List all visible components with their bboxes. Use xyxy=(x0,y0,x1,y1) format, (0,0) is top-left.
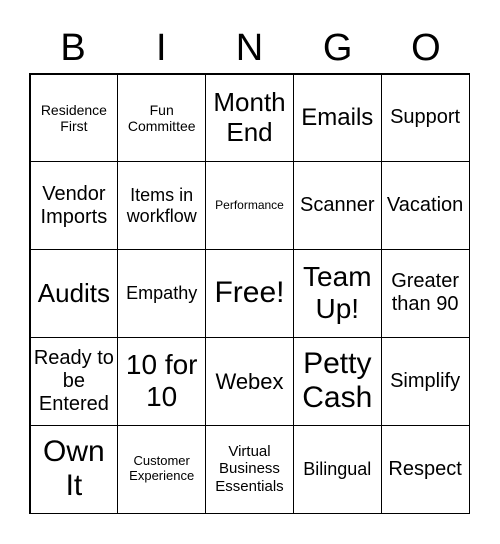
bingo-cell[interactable]: Webex xyxy=(205,336,294,426)
bingo-cell[interactable]: Items in workflow xyxy=(117,161,207,251)
bingo-cell[interactable]: Team Up! xyxy=(292,249,382,338)
bingo-cell[interactable]: Audits xyxy=(29,249,119,338)
bingo-cell[interactable]: Virtual Business Essentials xyxy=(205,424,294,514)
header-letter-o: O xyxy=(411,27,441,69)
bingo-header: B I N G O xyxy=(29,24,470,72)
bingo-cell[interactable]: Support xyxy=(380,73,470,163)
bingo-cell[interactable]: Ready to be Entered xyxy=(29,336,119,426)
bingo-cell[interactable]: Empathy xyxy=(117,249,207,338)
bingo-cell[interactable]: Own It xyxy=(29,424,119,514)
bingo-cell[interactable]: Simplify xyxy=(380,336,470,426)
bingo-cell[interactable]: Performance xyxy=(205,161,294,251)
bingo-cell[interactable]: Vacation xyxy=(380,161,470,251)
bingo-cell[interactable]: 10 for 10 xyxy=(117,336,207,426)
bingo-cell[interactable]: Emails xyxy=(292,73,382,163)
bingo-cell[interactable]: Free! xyxy=(205,249,294,338)
bingo-cell[interactable]: Vendor Imports xyxy=(29,161,119,251)
header-letter-i: I xyxy=(156,27,167,69)
header-letter-g: G xyxy=(322,27,353,69)
bingo-cell[interactable]: Respect xyxy=(380,424,470,514)
bingo-cell[interactable]: Residence First xyxy=(29,73,119,163)
bingo-cell[interactable]: Scanner xyxy=(292,161,382,251)
bingo-grid: Residence First Fun Committee Month End Ema… xyxy=(29,73,470,514)
bingo-cell[interactable]: Fun Committee xyxy=(117,73,207,163)
bingo-cell[interactable]: Greater than 90 xyxy=(380,249,470,338)
bingo-cell[interactable]: Month End xyxy=(205,73,294,163)
bingo-cell[interactable]: Petty Cash xyxy=(292,336,382,426)
header-letter-b: B xyxy=(60,27,86,69)
bingo-cell[interactable]: Customer Experience xyxy=(117,424,207,514)
header-letter-n: N xyxy=(235,27,264,69)
bingo-cell[interactable]: Bilingual xyxy=(292,424,382,514)
